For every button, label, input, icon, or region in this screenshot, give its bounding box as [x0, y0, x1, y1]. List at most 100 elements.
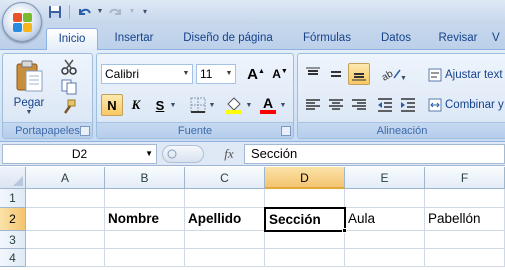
tab-diseno-pagina[interactable]: Diseño de página	[172, 28, 284, 50]
cell-a4[interactable]	[26, 249, 105, 267]
cut-button[interactable]	[57, 58, 81, 76]
tab-insertar[interactable]: Insertar	[104, 28, 164, 50]
italic-button[interactable]: K	[125, 94, 147, 116]
cell-c3[interactable]	[185, 231, 265, 249]
redo-button[interactable]	[107, 3, 125, 20]
undo-button[interactable]	[75, 3, 93, 20]
cell-d4[interactable]	[265, 249, 345, 267]
cell-c4[interactable]	[185, 249, 265, 267]
redo-dropdown[interactable]: ▼	[128, 3, 136, 20]
column-header-c[interactable]: C	[185, 167, 265, 189]
row-header-1[interactable]: 1	[0, 189, 26, 208]
cell-b1[interactable]	[105, 189, 185, 208]
align-center-icon	[329, 99, 343, 110]
font-size-combo[interactable]: 11 ▼	[196, 64, 236, 84]
align-left-button[interactable]	[302, 94, 324, 116]
copy-button[interactable]	[57, 78, 81, 96]
paste-label: Pegar	[13, 96, 45, 109]
merge-center-button[interactable]: Combinar y	[428, 96, 505, 114]
select-all-button[interactable]	[0, 167, 26, 189]
brush-icon	[63, 99, 76, 114]
cell-b2[interactable]: Nombre	[105, 208, 185, 231]
fill-handle[interactable]	[342, 228, 347, 233]
underline-dropdown[interactable]: ▼	[168, 94, 178, 116]
align-right-icon	[352, 99, 366, 110]
align-right-button[interactable]	[348, 94, 370, 116]
cell-e3[interactable]	[345, 231, 425, 249]
decrease-indent-button[interactable]	[374, 94, 396, 116]
cell-f2[interactable]: Pabellón	[425, 208, 505, 231]
shrink-font-button[interactable]: A▼	[269, 63, 291, 85]
logo-quad	[23, 13, 32, 22]
paste-button[interactable]: Pegar ▼	[7, 56, 51, 118]
cell-d2[interactable]: Sección	[264, 207, 346, 232]
insert-function-button[interactable]: fx	[218, 144, 240, 164]
column-header-a[interactable]: A	[26, 167, 105, 189]
wrap-text-label: Ajustar text	[445, 69, 503, 81]
cell-e1[interactable]	[345, 189, 425, 208]
borders-icon	[190, 97, 206, 113]
tab-formulas[interactable]: Fórmulas	[292, 28, 362, 50]
undo-dropdown[interactable]: ▼	[96, 3, 104, 20]
formula-bar-splitter[interactable]	[162, 145, 204, 163]
borders-button[interactable]	[187, 94, 209, 116]
bold-button[interactable]: N	[101, 94, 123, 116]
align-top-button[interactable]	[302, 63, 324, 85]
row-header-3[interactable]: 3	[0, 231, 26, 249]
cell-b4[interactable]	[105, 249, 185, 267]
cell-f3[interactable]	[425, 231, 505, 249]
grow-font-button[interactable]: A▲	[245, 63, 267, 85]
column-header-d[interactable]: D	[265, 167, 345, 189]
column-header-f[interactable]: F	[425, 167, 505, 189]
customize-qat-button[interactable]: ▾	[139, 3, 151, 20]
cell-a2[interactable]	[26, 208, 105, 231]
tab-vista[interactable]: V	[492, 28, 505, 50]
cell-b3[interactable]	[105, 231, 185, 249]
cell-c2[interactable]: Apellido	[185, 208, 265, 231]
cell-f1[interactable]	[425, 189, 505, 208]
font-name-combo[interactable]: Calibri ▼	[101, 64, 193, 84]
column-header-b[interactable]: B	[105, 167, 185, 189]
font-dialog-launcher[interactable]	[281, 126, 291, 136]
cell-c1[interactable]	[185, 189, 265, 208]
align-center-button[interactable]	[325, 94, 347, 116]
merge-cells-icon	[428, 98, 442, 112]
cell-e2[interactable]: Aula	[345, 208, 425, 231]
font-color-dropdown[interactable]: ▼	[278, 94, 288, 116]
increase-indent-button[interactable]	[397, 94, 419, 116]
row-header-4[interactable]: 4	[0, 249, 26, 267]
cell-e4[interactable]	[345, 249, 425, 267]
fill-color-dropdown[interactable]: ▼	[244, 94, 254, 116]
tab-inicio[interactable]: Inicio	[46, 28, 98, 50]
align-bottom-button[interactable]	[348, 63, 370, 85]
clipboard-dialog-launcher[interactable]	[80, 126, 90, 136]
font-name-value: Calibri	[105, 67, 140, 81]
tab-datos[interactable]: Datos	[370, 28, 422, 50]
align-middle-button[interactable]	[325, 63, 347, 85]
formula-controls: fx	[160, 144, 242, 164]
row-header-2[interactable]: 2	[0, 208, 26, 231]
cell-f4[interactable]	[425, 249, 505, 267]
name-box[interactable]: D2 ▼	[2, 144, 157, 164]
formula-input[interactable]: Sección	[244, 144, 505, 164]
save-button[interactable]	[46, 3, 64, 20]
cell-d1[interactable]	[265, 189, 345, 208]
font-color-button[interactable]: A	[257, 94, 279, 116]
paste-dropdown-arrow: ▼	[25, 108, 33, 116]
align-middle-icon	[331, 71, 341, 77]
worksheet-grid: A B C D E F 1 2 3 4 Nombre Apellido Secc…	[0, 167, 505, 270]
tab-revisar[interactable]: Revisar	[430, 28, 486, 50]
shrink-font-icon: A▼	[272, 67, 288, 81]
splitter-icon	[167, 149, 177, 159]
orientation-button[interactable]: ab ▼	[378, 63, 408, 85]
column-header-e[interactable]: E	[345, 167, 425, 189]
cell-d3[interactable]	[265, 231, 345, 249]
fill-color-button[interactable]	[223, 94, 245, 116]
align-bottom-icon	[352, 73, 366, 81]
cell-a3[interactable]	[26, 231, 105, 249]
cell-a1[interactable]	[26, 189, 105, 208]
format-painter-button[interactable]	[57, 98, 81, 116]
wrap-text-button[interactable]: Ajustar text	[428, 66, 505, 84]
office-button[interactable]	[2, 2, 42, 42]
borders-dropdown[interactable]: ▼	[207, 94, 217, 116]
